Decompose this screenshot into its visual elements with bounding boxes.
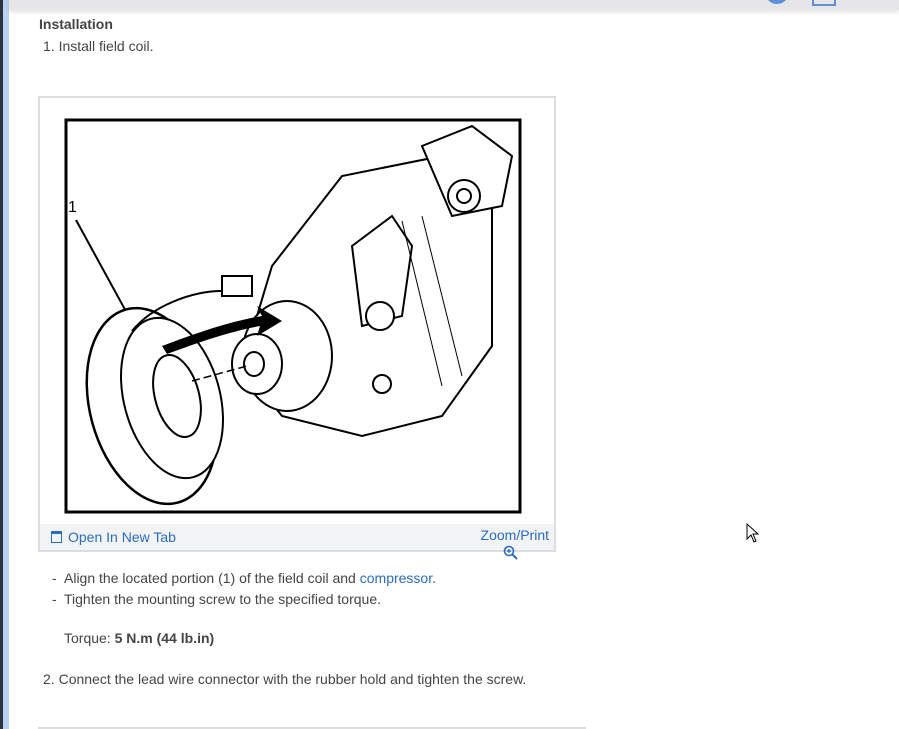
step-number: 2. xyxy=(43,671,55,687)
bullet-text: Tighten the mounting screw to the specif… xyxy=(64,591,381,607)
top-toolbar xyxy=(9,0,899,10)
torque-spec: Torque: 5 N.m (44 lb.in) xyxy=(64,630,214,646)
compressor-illustration: 1 xyxy=(64,118,522,514)
figure-footer: Open In New Tab Zoom/Print xyxy=(40,524,554,560)
step-number: 1. xyxy=(43,38,55,54)
open-in-new-tab-link[interactable]: Open In New Tab xyxy=(51,529,176,545)
zoom-in-icon xyxy=(503,545,518,560)
toolbar-icon[interactable] xyxy=(812,0,836,6)
zoom-print-link[interactable]: Zoom/Print xyxy=(480,527,549,560)
step-2: 2. Connect the lead wire connector with … xyxy=(43,671,526,687)
bullet-align: - Align the located portion (1) of the fi… xyxy=(52,570,436,586)
torque-label: Torque: xyxy=(64,630,115,646)
zoom-print-label: Zoom/Print xyxy=(480,527,549,543)
torque-value: 5 N.m (44 lb.in) xyxy=(114,630,215,646)
step-text: Connect the lead wire connector with the… xyxy=(58,671,527,687)
step-1: 1. Install field coil. xyxy=(43,38,154,54)
section-heading: Installation xyxy=(39,16,113,32)
bullet-text: Align the located portion (1) of the fie… xyxy=(64,570,360,586)
bullet-text-end: . xyxy=(432,570,436,586)
open-in-new-tab-label: Open In New Tab xyxy=(68,529,176,545)
bullet-tighten: - Tighten the mounting screw to the speci… xyxy=(52,591,381,607)
callout-label: 1 xyxy=(68,199,77,216)
mouse-cursor-icon xyxy=(746,523,760,543)
avatar[interactable] xyxy=(765,0,789,4)
sidebar-edge xyxy=(3,0,9,729)
compressor-link[interactable]: compressor xyxy=(360,570,432,586)
step-text: Install field coil. xyxy=(58,38,154,54)
figure-field-coil: 1 Open In New Tab Zoom/Print xyxy=(38,96,556,560)
open-new-tab-icon xyxy=(51,531,62,543)
